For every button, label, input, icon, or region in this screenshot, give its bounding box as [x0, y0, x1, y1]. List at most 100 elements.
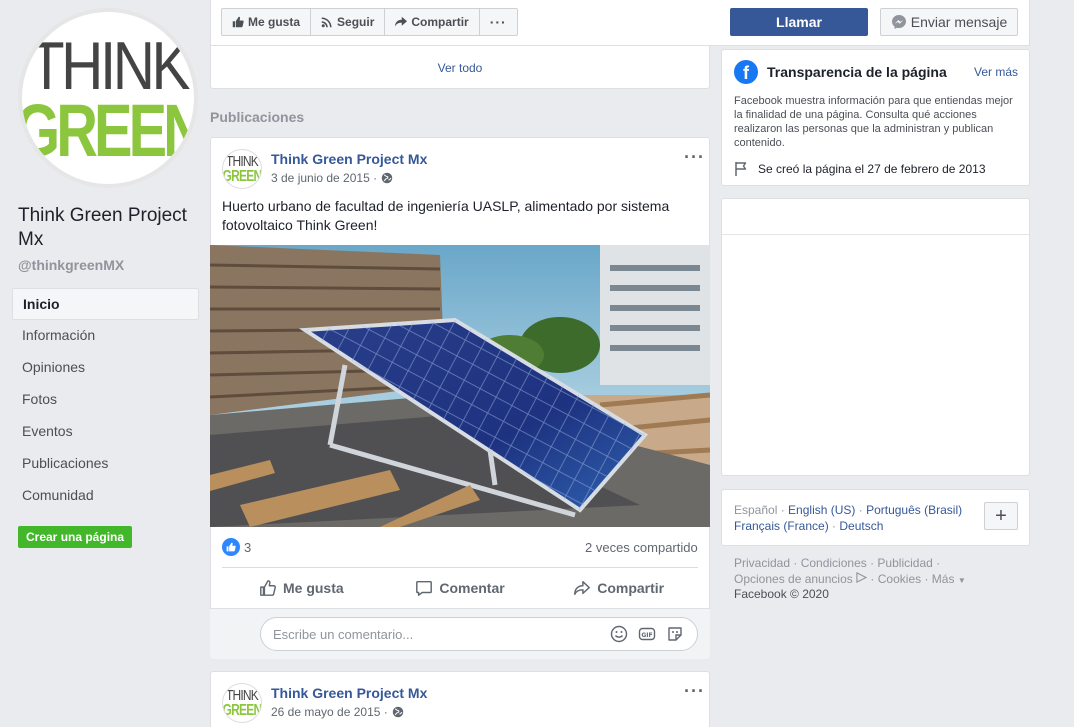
post-date[interactable]: 3 de junio de 2015 · — [271, 171, 393, 185]
see-all-link[interactable]: Ver todo — [210, 61, 710, 75]
post-author-name[interactable]: Think Green Project Mx — [271, 151, 427, 167]
page-created-info: Se creó la página el 27 de febrero de 20… — [734, 161, 986, 177]
post-actions: Me gusta Comentar Compartir — [222, 575, 698, 601]
post-like-button[interactable]: Me gusta — [222, 575, 381, 601]
page-nav: Inicio Información Opiniones Fotos Event… — [12, 288, 199, 512]
comment-tools: GIF — [610, 625, 684, 643]
avatar-text-bottom: GREEN — [222, 167, 262, 185]
post2-date[interactable]: 26 de mayo de 2015 · — [271, 705, 404, 719]
solar-panel-photo — [210, 245, 710, 527]
share-outline-icon — [574, 580, 591, 596]
page-title: Think Green Project Mx — [18, 205, 187, 250]
post-like-label: Me gusta — [282, 580, 344, 596]
post-author-avatar[interactable]: THINK GREEN — [222, 149, 262, 189]
shares-count[interactable]: 2 veces compartido — [585, 540, 698, 555]
footer-ad-choices-label: Opciones de anuncios — [734, 572, 853, 586]
follow-label: Seguir — [337, 15, 375, 29]
current-language: Español — [734, 503, 778, 517]
page-actions-group: Me gusta Seguir Compartir ··· — [221, 8, 518, 36]
page-created-text: Se creó la página el 27 de febrero de 20… — [758, 162, 986, 176]
nav-item-opiniones[interactable]: Opiniones — [12, 352, 199, 384]
send-message-button[interactable]: Enviar mensaje — [880, 8, 1018, 36]
footer-ads-link[interactable]: Publicidad — [877, 556, 932, 570]
emoji-icon[interactable] — [610, 625, 628, 643]
gif-icon[interactable]: GIF — [638, 625, 656, 643]
page-like-button[interactable]: Me gusta — [222, 9, 312, 35]
nav-item-informacion[interactable]: Información — [12, 320, 199, 352]
facebook-logo-icon: f — [734, 60, 758, 84]
share-page-button[interactable]: Compartir — [385, 9, 480, 35]
post2-author-name[interactable]: Think Green Project Mx — [271, 685, 427, 701]
post-share-button[interactable]: Compartir — [539, 575, 698, 601]
page-profile-logo[interactable]: THINK GREEN — [18, 8, 198, 188]
post-text: Huerto urbano de facultad de ingeniería … — [222, 198, 670, 233]
globe-icon — [392, 706, 403, 718]
transparency-title: Transparencia de la página — [767, 64, 947, 80]
post2-author-avatar[interactable]: THINK GREEN — [222, 683, 262, 723]
language-english[interactable]: English (US) — [788, 503, 855, 517]
like-reaction-icon — [222, 538, 240, 556]
flag-icon — [735, 162, 747, 176]
svg-text:GIF: GIF — [641, 632, 652, 639]
page-like-label: Me gusta — [248, 15, 301, 29]
footer-ad-choices-link[interactable]: Opciones de anuncios — [734, 572, 868, 586]
share-page-label: Compartir — [411, 15, 469, 29]
sidebar-empty-card — [721, 198, 1030, 476]
more-options-icon: ··· — [489, 14, 507, 30]
follow-button[interactable]: Seguir — [311, 9, 386, 35]
ad-choices-icon — [856, 572, 868, 583]
post-reactions[interactable]: 3 — [222, 538, 251, 556]
post-photo[interactable] — [210, 245, 710, 527]
language-german[interactable]: Deutsch — [839, 519, 883, 533]
post-comment-button[interactable]: Comentar — [381, 575, 540, 601]
sidebar-card-divider — [722, 234, 1029, 235]
language-french[interactable]: Français (France) — [734, 519, 829, 533]
avatar-text-top: THINK — [226, 152, 259, 170]
more-options-button[interactable]: ··· — [480, 9, 517, 35]
post-date-text: 3 de junio de 2015 · — [271, 171, 378, 185]
create-page-button[interactable]: Crear una página — [18, 526, 133, 548]
nav-item-comunidad[interactable]: Comunidad — [12, 480, 199, 512]
share-arrow-icon — [395, 16, 408, 27]
reactions-count: 3 — [244, 539, 252, 555]
copyright: Facebook © 2020 — [734, 587, 829, 601]
thumbs-up-outline-icon — [260, 580, 276, 596]
post-options-icon[interactable]: ··· — [684, 147, 705, 168]
post-divider — [222, 567, 698, 568]
post-share-label: Compartir — [597, 580, 665, 596]
post2-date-text: 26 de mayo de 2015 · — [271, 705, 388, 719]
footer-more-link[interactable]: Más ▼ — [932, 572, 966, 586]
footer-privacy-link[interactable]: Privacidad — [734, 556, 790, 570]
add-language-button[interactable]: + — [984, 502, 1018, 530]
page-handle[interactable]: @thinkgreenMX — [18, 257, 124, 273]
globe-icon — [381, 172, 393, 184]
commenter-avatar — [222, 617, 254, 649]
footer-links: Privacidad · Condiciones · Publicidad · … — [734, 556, 966, 586]
send-message-label: Enviar mensaje — [910, 14, 1008, 30]
logo-text-top: THINK — [28, 28, 191, 104]
nav-item-inicio[interactable]: Inicio — [12, 288, 199, 320]
transparency-see-more-link[interactable]: Ver más — [974, 65, 1018, 79]
post2-options-icon[interactable]: ··· — [684, 681, 705, 702]
sticker-icon[interactable] — [666, 625, 684, 643]
messenger-icon — [891, 15, 906, 29]
call-button[interactable]: Llamar — [730, 8, 868, 36]
language-portuguese[interactable]: Português (Brasil) — [866, 503, 962, 517]
footer-terms-link[interactable]: Condiciones — [801, 556, 867, 570]
footer-cookies-link[interactable]: Cookies — [878, 572, 921, 586]
footer-more-label: Más — [931, 572, 955, 586]
caret-down-icon: ▼ — [957, 576, 966, 585]
logo-text-bottom: GREEN — [18, 89, 198, 172]
nav-item-publicaciones[interactable]: Publicaciones — [12, 448, 199, 480]
avatar2-text-bottom: GREEN — [222, 701, 262, 719]
nav-item-fotos[interactable]: Fotos — [12, 384, 199, 416]
thumbs-up-icon — [232, 16, 244, 28]
rss-icon — [321, 17, 332, 28]
comment-icon — [416, 580, 433, 596]
posts-section-title: Publicaciones — [210, 109, 305, 125]
transparency-description: Facebook muestra información para que en… — [734, 95, 1013, 149]
avatar2-text-top: THINK — [226, 686, 259, 704]
language-list: Español · English (US) · Português (Bras… — [734, 503, 963, 533]
post-comment-label: Comentar — [439, 580, 505, 596]
nav-item-eventos[interactable]: Eventos — [12, 416, 199, 448]
